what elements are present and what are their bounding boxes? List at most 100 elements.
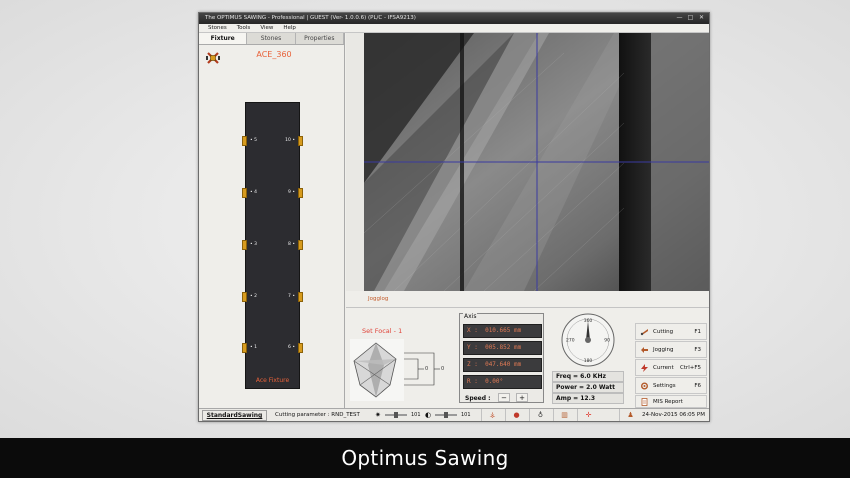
brightness-icon: ✷ <box>375 411 381 419</box>
current-label: Current <box>653 365 674 371</box>
focal-value-b: 0 <box>441 366 445 372</box>
slot-number: 10 <box>285 138 291 143</box>
rotation-gauge[interactable]: 360 270 90 180 <box>558 311 618 369</box>
amp-value: = 12.3 <box>573 395 596 402</box>
freq-reading: Freq = 6.0 KHz <box>552 371 624 382</box>
fixture-slot[interactable]: • 5 <box>242 136 262 146</box>
focal-section[interactable]: Set Focal - 1 0 0 <box>348 309 456 405</box>
fixture-slot[interactable]: 6 • <box>283 343 303 353</box>
slot-number: 6 <box>288 345 291 350</box>
camera-view[interactable] <box>364 33 709 291</box>
laser-icon[interactable]: ⚶ <box>481 409 503 421</box>
settings-icon <box>641 382 648 390</box>
axis-r-value: 0.00° <box>485 378 504 385</box>
gauge-left-label: 270 <box>566 338 575 344</box>
contrast-value: 101 <box>461 412 471 418</box>
current-button[interactable]: Current Ctrl+F5 <box>635 359 707 376</box>
light-bulb-icon[interactable]: ♁ <box>529 409 551 421</box>
axis-r-readout: R : 0.00° <box>463 375 542 389</box>
slot-clamp <box>242 292 247 302</box>
contrast-slider-knob[interactable] <box>444 412 448 418</box>
fixture-plate: • 5 • 4 • 3 • 2 • 1 10 • 9 • 8 • 7 • 6 •… <box>242 102 303 389</box>
menu-view[interactable]: View <box>255 24 278 32</box>
tab-stones[interactable]: Stones <box>247 33 296 44</box>
power-value: = 2.0 Watt <box>579 384 616 391</box>
fixture-slot[interactable]: 7 • <box>283 292 303 302</box>
fixture-toggle-icon[interactable]: ▥ <box>553 409 575 421</box>
maximize-button[interactable]: □ <box>686 14 695 22</box>
slot-clamp <box>242 343 247 353</box>
menu-help[interactable]: Help <box>278 24 301 32</box>
axis-group: Axis X : 010.665 mm Y : 005.852 mm Z : 0… <box>459 313 544 403</box>
action-buttons: Cutting F1 Jogging F3 Current Ctrl+F5 Se… <box>635 309 707 408</box>
fixture-slot[interactable]: 8 • <box>283 240 303 250</box>
slot-number: 1 <box>254 345 257 350</box>
title-bar: The OPTIMUS SAWING - Professional | GUES… <box>199 13 709 24</box>
axis-x-label: X <box>467 327 471 334</box>
jog-label: Jogglog <box>368 296 389 302</box>
axis-r-label: R <box>467 378 471 385</box>
brightness-slider[interactable] <box>385 412 407 418</box>
brightness-slider-knob[interactable] <box>394 412 398 418</box>
fixture-logo-icon[interactable] <box>205 50 221 66</box>
freq-label: Freq <box>556 373 572 380</box>
minimize-button[interactable]: — <box>675 14 684 22</box>
cutting-label: Cutting <box>653 329 674 335</box>
record-icon[interactable]: ● <box>505 409 527 421</box>
slot-clamp <box>242 188 247 198</box>
axis-y-value: 005.852 mm <box>485 344 522 351</box>
speed-decrease-button[interactable]: − <box>498 393 510 402</box>
brightness-value: 101 <box>411 412 421 418</box>
jogging-label: Jogging <box>653 347 674 353</box>
amp-reading: Amp = 12.3 <box>552 393 624 404</box>
menu-stones[interactable]: Stones <box>203 24 232 32</box>
fixture-slot[interactable]: • 3 <box>242 240 262 250</box>
left-tabs: Fixture Stones Properties <box>199 33 344 45</box>
slot-number: 2 <box>254 294 257 299</box>
report-icon <box>641 398 648 406</box>
jogging-shortcut: F3 <box>694 347 701 353</box>
cutting-button[interactable]: Cutting F1 <box>635 323 707 340</box>
current-icon <box>641 364 648 372</box>
app-window: The OPTIMUS SAWING - Professional | GUES… <box>198 12 710 422</box>
axis-y-label: Y <box>467 344 471 351</box>
mis-report-label: MIS Report <box>653 399 683 405</box>
user-icon[interactable]: ♟ <box>619 409 641 421</box>
slot-number: 9 <box>288 190 291 195</box>
fixture-slot[interactable]: • 2 <box>242 292 262 302</box>
gauge-right-label: 90 <box>604 338 610 344</box>
axis-x-value: 010.665 mm <box>485 327 522 334</box>
mode-button[interactable]: StandardSawing <box>202 410 267 421</box>
fixture-slot[interactable]: • 1 <box>242 343 262 353</box>
slot-number: 4 <box>254 190 257 195</box>
cutting-icon <box>640 329 648 336</box>
status-datetime: 24-Nov-2015 06:05 PM <box>642 412 705 418</box>
mis-report-button[interactable]: MIS Report <box>635 395 707 408</box>
jogging-icon <box>641 347 648 353</box>
settings-button[interactable]: Settings F6 <box>635 377 707 394</box>
contrast-icon: ◐ <box>425 411 432 419</box>
fixture-slot[interactable]: 10 • <box>283 136 303 146</box>
axis-y-readout: Y : 005.852 mm <box>463 341 542 355</box>
menu-tools[interactable]: Tools <box>232 24 256 32</box>
tab-fixture[interactable]: Fixture <box>199 33 248 44</box>
axis-z-value: 047.640 mm <box>485 361 522 368</box>
speed-increase-button[interactable]: + <box>516 393 528 402</box>
settings-shortcut: F6 <box>694 383 701 389</box>
axis-z-readout: Z : 047.640 mm <box>463 358 542 372</box>
fixture-slot[interactable]: 9 • <box>283 188 303 198</box>
close-button[interactable]: ✕ <box>697 14 706 22</box>
slot-clamp <box>298 240 303 250</box>
axis-z-label: Z <box>467 361 471 368</box>
slot-number: 8 <box>288 242 291 247</box>
slot-clamp <box>298 292 303 302</box>
camera-footer: Jogglog <box>346 291 709 308</box>
caption-text: Optimus Sawing <box>341 446 509 470</box>
crosshair-icon[interactable]: ✛ <box>577 409 599 421</box>
contrast-slider[interactable] <box>435 412 457 418</box>
status-bar: StandardSawing Cutting parameter : RND_T… <box>199 408 709 421</box>
control-panel: Set Focal - 1 0 0 Axis X : 010.665 mm Y … <box>346 309 709 408</box>
fixture-slot[interactable]: • 4 <box>242 188 262 198</box>
jogging-button[interactable]: Jogging F3 <box>635 341 707 358</box>
tab-properties[interactable]: Properties <box>295 33 344 44</box>
